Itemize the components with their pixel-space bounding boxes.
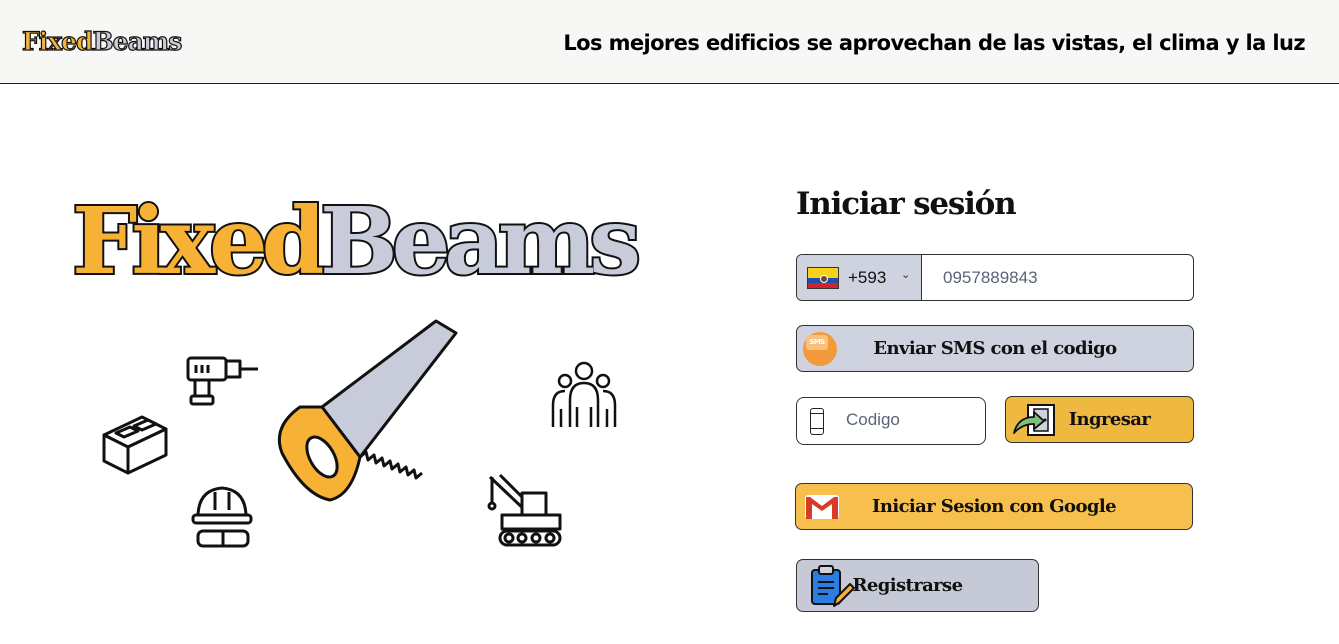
send-sms-label: Enviar SMS con el codigo <box>873 338 1117 359</box>
sms-icon <box>803 332 837 366</box>
hero-illustration: FixedBeams <box>60 193 680 575</box>
brand-logo-beams: Beams <box>92 26 183 56</box>
people-group-icon <box>551 361 617 427</box>
gmail-icon <box>805 495 839 519</box>
phone-number-field: +593 ⌄ 0957889843 <box>796 254 1194 301</box>
chevron-down-icon: ⌄ <box>901 268 911 281</box>
mobile-phone-icon <box>810 408 824 435</box>
tagline: Los mejores edificios se aprovechan de l… <box>563 31 1305 55</box>
register-label: Registrarse <box>852 575 964 596</box>
register-button[interactable]: Registrarse <box>796 559 1039 612</box>
top-navbar: FixedBeams Los mejores edificios se apro… <box>0 0 1339 84</box>
enter-label: Ingresar <box>1068 409 1151 430</box>
send-sms-button[interactable]: Enviar SMS con el codigo <box>796 325 1194 372</box>
google-login-label: Iniciar Sesion con Google <box>872 496 1117 517</box>
code-field[interactable]: Codigo <box>796 397 986 445</box>
country-code-select[interactable]: +593 ⌄ <box>797 255 922 300</box>
brand-logo-fixed: Fixed <box>21 26 94 56</box>
brand-logo[interactable]: FixedBeams <box>21 26 183 56</box>
login-door-icon <box>1013 404 1055 436</box>
google-login-button[interactable]: Iniciar Sesion con Google <box>795 483 1193 530</box>
concrete-block-icon <box>102 415 168 475</box>
saw-icon <box>277 319 458 502</box>
code-input[interactable]: Codigo <box>846 410 900 430</box>
login-panel: Iniciar sesión <box>796 186 1196 222</box>
enter-button[interactable]: Ingresar <box>1005 396 1194 443</box>
crane-icon <box>487 473 562 547</box>
country-code-value: +593 <box>848 268 887 287</box>
login-title: Iniciar sesión <box>796 186 1017 222</box>
phone-input[interactable]: 0957889843 <box>943 268 1038 288</box>
clipboard-pencil-icon <box>811 565 855 607</box>
drill-icon <box>186 356 258 406</box>
hard-hat-goggles-icon <box>191 486 253 548</box>
ecuador-flag-icon <box>807 267 839 289</box>
